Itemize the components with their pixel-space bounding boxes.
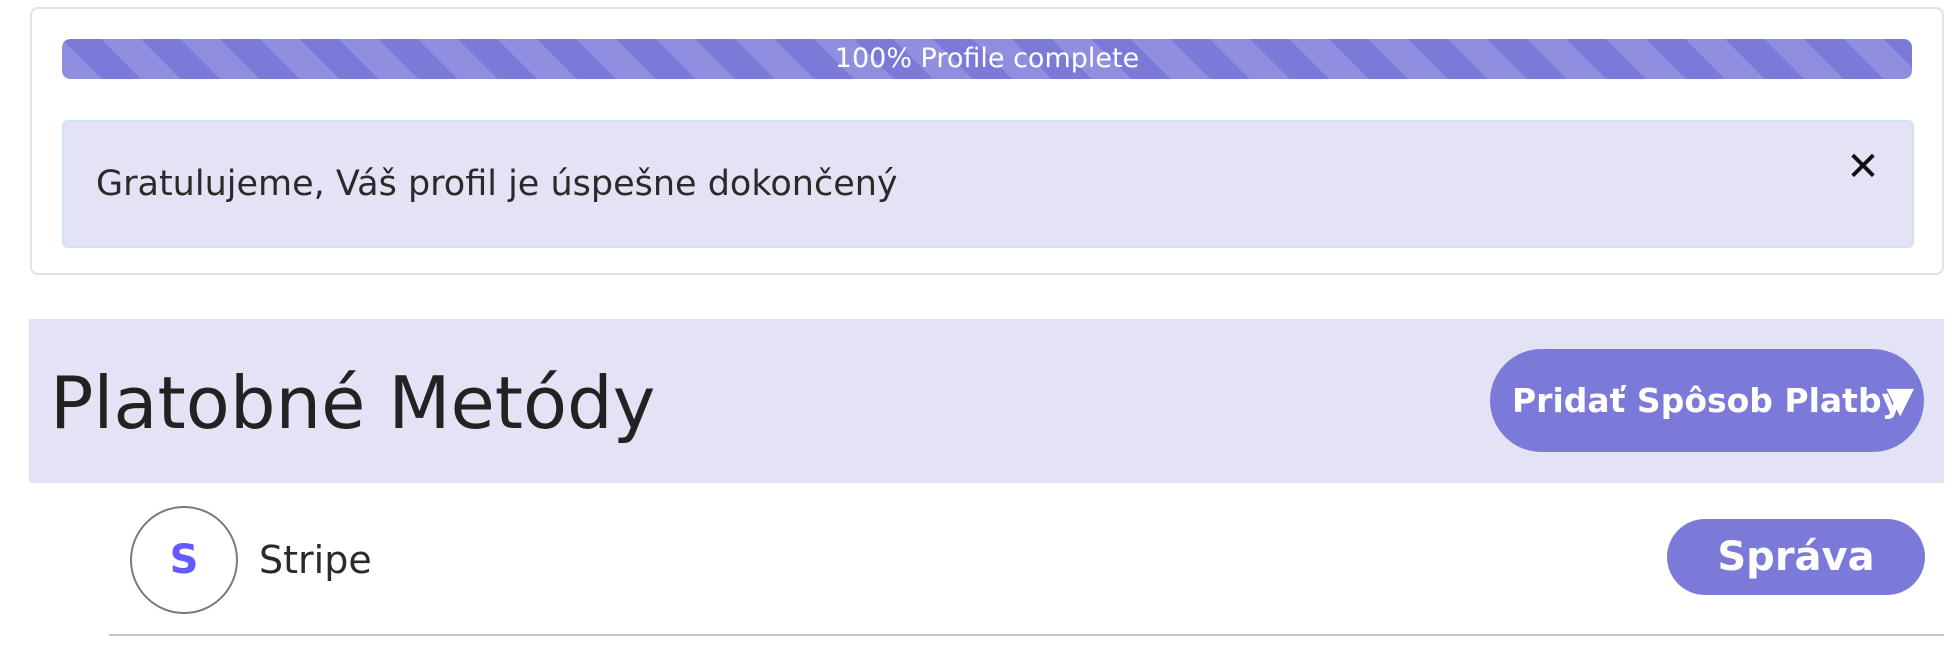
profile-progress-bar: 100% Profile complete: [62, 39, 1912, 79]
page-title: Platobné Metódy: [50, 361, 656, 445]
stripe-icon: S: [130, 506, 238, 614]
add-payment-method-label: Pridať Spôsob Platby: [1512, 381, 1904, 420]
close-icon[interactable]: ✕: [1846, 147, 1880, 187]
profile-completion-card: 100% Profile complete Gratulujeme, Váš p…: [30, 7, 1944, 275]
alert-message: Gratulujeme, Váš profil je úspešne dokon…: [96, 164, 898, 204]
caret-down-icon: ▼: [1886, 380, 1914, 421]
manage-stripe-button[interactable]: Správa: [1667, 519, 1925, 595]
success-alert: Gratulujeme, Váš profil je úspešne dokon…: [62, 120, 1914, 248]
payment-method-name: Stripe: [259, 538, 372, 582]
payment-methods-header: Platobné Metódy Pridať Spôsob Platby ▼: [29, 319, 1944, 483]
add-payment-method-button[interactable]: Pridať Spôsob Platby ▼: [1490, 349, 1924, 452]
profile-progress-label: 100% Profile complete: [834, 43, 1140, 74]
payment-method-row-stripe: S Stripe Správa: [109, 484, 1944, 636]
